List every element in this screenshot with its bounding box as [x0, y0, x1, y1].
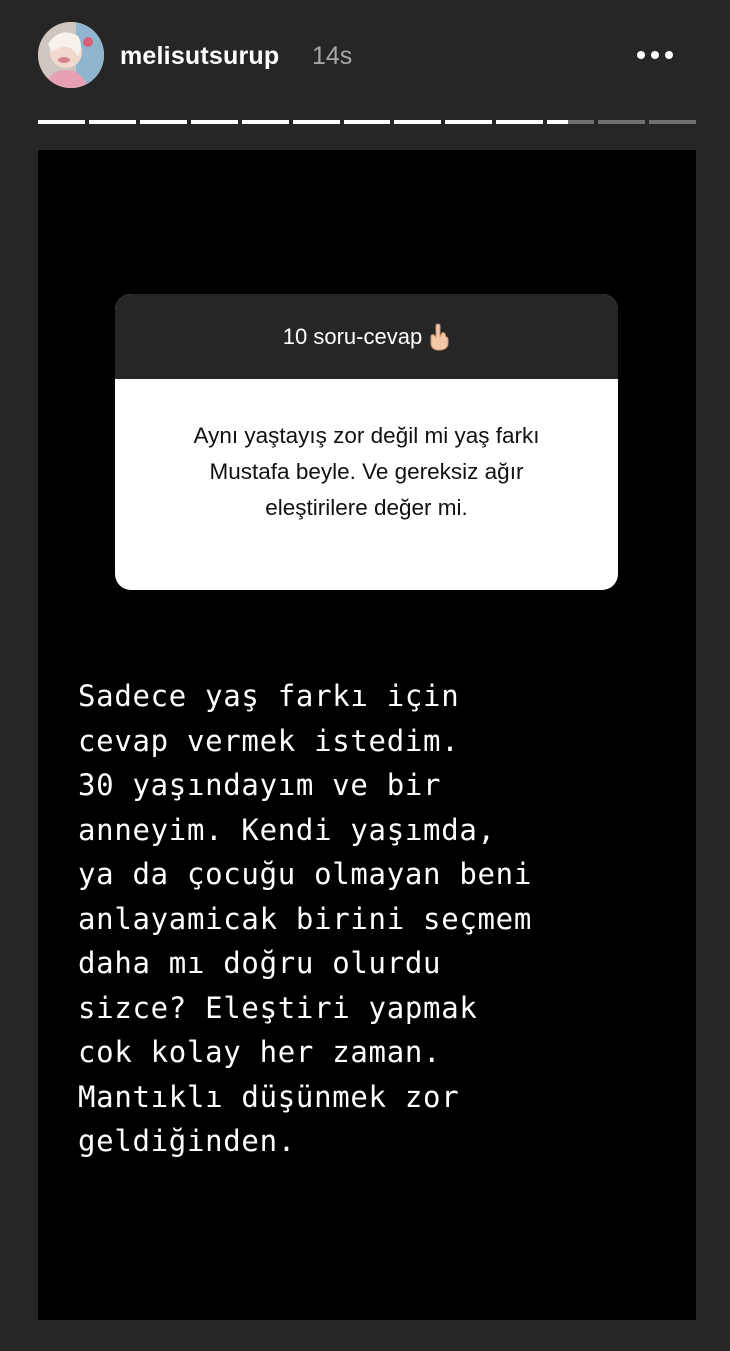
- progress-segment: [38, 120, 85, 124]
- story-content[interactable]: 10 soru-cevap Aynı yaştayış zor değil mi…: [38, 150, 696, 1320]
- username[interactable]: melisutsurup: [120, 40, 279, 72]
- progress-segment: [292, 120, 340, 124]
- progress-segment-fill: [38, 120, 85, 124]
- profile-photo-icon: [38, 22, 104, 88]
- more-horizontal-icon: [637, 51, 673, 59]
- progress-segment-fill: [292, 120, 340, 124]
- progress-segment-fill: [445, 120, 493, 124]
- backhand-index-pointing-down-icon: [428, 323, 450, 351]
- question-sticker-title: 10 soru-cevap: [282, 323, 423, 349]
- progress-segment: [598, 120, 646, 124]
- answer-text: Sadece yaş farkı için cevap vermek isted…: [78, 679, 532, 1158]
- progress-segment-fill: [190, 120, 238, 124]
- progress-segment-fill: [547, 120, 569, 124]
- progress-segment-fill: [139, 120, 187, 124]
- avatar[interactable]: [38, 22, 104, 88]
- progress-segment: [394, 120, 442, 124]
- progress-segment: [343, 120, 391, 124]
- timestamp: 14s: [312, 42, 353, 70]
- question-sticker[interactable]: 10 soru-cevap Aynı yaştayış zor değil mi…: [115, 294, 618, 590]
- more-options-button[interactable]: [630, 38, 680, 72]
- progress-segment-fill: [343, 120, 391, 124]
- progress-segment: [139, 120, 187, 124]
- progress-segment-fill: [88, 120, 136, 124]
- story-header: melisutsurup 14s: [0, 0, 730, 112]
- progress-segment: [547, 120, 595, 124]
- story-progress-bar: [38, 120, 696, 124]
- progress-segment: [190, 120, 238, 124]
- progress-segment-fill: [496, 120, 544, 124]
- progress-segment: [649, 120, 696, 124]
- progress-segment: [241, 120, 289, 124]
- progress-segment: [445, 120, 493, 124]
- progress-segment-fill: [241, 120, 289, 124]
- progress-segment-fill: [394, 120, 442, 124]
- progress-segment: [496, 120, 544, 124]
- question-sticker-header: 10 soru-cevap: [115, 294, 618, 379]
- progress-segment: [88, 120, 136, 124]
- question-sticker-body: Aynı yaştayış zor değil mi yaş farkı Mus…: [115, 379, 618, 590]
- question-text: Aynı yaştayış zor değil mi yaş farkı Mus…: [193, 422, 540, 520]
